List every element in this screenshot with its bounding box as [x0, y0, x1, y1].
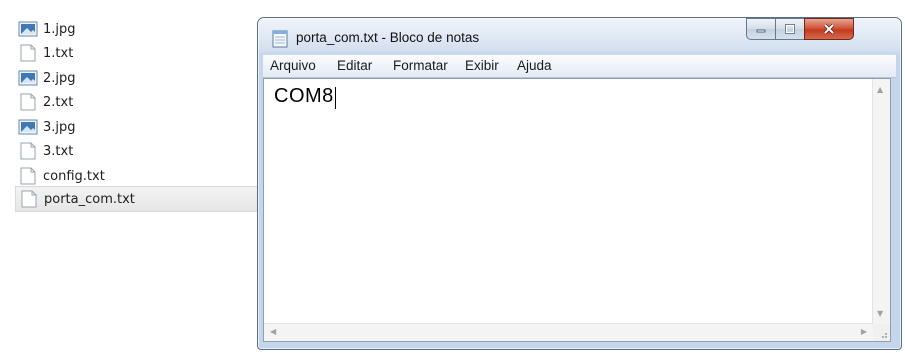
- minimize-icon: [756, 29, 766, 33]
- title-bar[interactable]: porta_com.txt - Bloco de notas: [258, 18, 901, 52]
- scroll-up-arrow-icon[interactable]: ▲: [877, 85, 883, 94]
- file-item-3-jpg[interactable]: 3.jpg: [18, 115, 288, 139]
- menu-exibir[interactable]: Exibir: [465, 58, 499, 73]
- text-file-icon: [20, 142, 36, 160]
- resize-grip-icon[interactable]: [873, 324, 890, 341]
- file-item-3-txt[interactable]: 3.txt: [18, 139, 288, 163]
- menu-ajuda[interactable]: Ajuda: [517, 58, 552, 73]
- file-name: 3.jpg: [43, 119, 76, 135]
- menu-formatar[interactable]: Formatar: [393, 58, 448, 73]
- scroll-left-arrow-icon[interactable]: ◀: [270, 327, 276, 336]
- notepad-icon: [272, 30, 288, 48]
- minimize-button[interactable]: [746, 18, 776, 40]
- maximize-icon: [785, 24, 795, 34]
- file-name: 2.jpg: [43, 70, 76, 86]
- close-icon: [823, 23, 835, 35]
- file-name: 3.txt: [43, 143, 74, 159]
- file-name: 2.txt: [43, 94, 74, 110]
- file-name: 1.txt: [43, 45, 74, 61]
- vertical-scrollbar[interactable]: ▲ ▼: [872, 79, 890, 324]
- text-editor[interactable]: COM8 ▲ ▼ ◀ ▶: [263, 78, 891, 342]
- text-file-icon: [21, 190, 37, 208]
- editor-content[interactable]: COM8: [274, 85, 334, 108]
- close-button[interactable]: [804, 18, 854, 40]
- text-file-icon: [20, 93, 36, 111]
- file-name: 1.jpg: [43, 21, 76, 37]
- menu-editar[interactable]: Editar: [337, 58, 372, 73]
- file-item-1-txt[interactable]: 1.txt: [18, 41, 288, 65]
- text-file-icon: [20, 167, 36, 185]
- text-file-icon: [20, 44, 36, 62]
- file-list: 1.jpg 1.txt 2.jpg 2.txt 3.jpg 3.txt conf…: [0, 0, 315, 353]
- image-file-icon: [18, 119, 38, 135]
- menu-arquivo[interactable]: Arquivo: [270, 58, 316, 73]
- text-caret: [335, 87, 336, 109]
- file-name: config.txt: [43, 168, 105, 184]
- file-item-1-jpg[interactable]: 1.jpg: [18, 17, 288, 41]
- file-name: porta_com.txt: [44, 191, 135, 207]
- file-item-2-jpg[interactable]: 2.jpg: [18, 66, 288, 90]
- scroll-down-arrow-icon[interactable]: ▼: [877, 309, 883, 318]
- file-item-config-txt[interactable]: config.txt: [18, 164, 288, 188]
- file-item-2-txt[interactable]: 2.txt: [18, 90, 288, 114]
- notepad-window: porta_com.txt - Bloco de notas Arquivo E…: [257, 17, 902, 350]
- image-file-icon: [18, 70, 38, 86]
- image-file-icon: [18, 21, 38, 37]
- menu-bar: Arquivo Editar Formatar Exibir Ajuda: [263, 55, 896, 78]
- window-title: porta_com.txt - Bloco de notas: [296, 30, 480, 45]
- horizontal-scrollbar[interactable]: ◀ ▶: [264, 323, 873, 341]
- maximize-button[interactable]: [775, 18, 805, 40]
- scroll-right-arrow-icon[interactable]: ▶: [861, 327, 867, 336]
